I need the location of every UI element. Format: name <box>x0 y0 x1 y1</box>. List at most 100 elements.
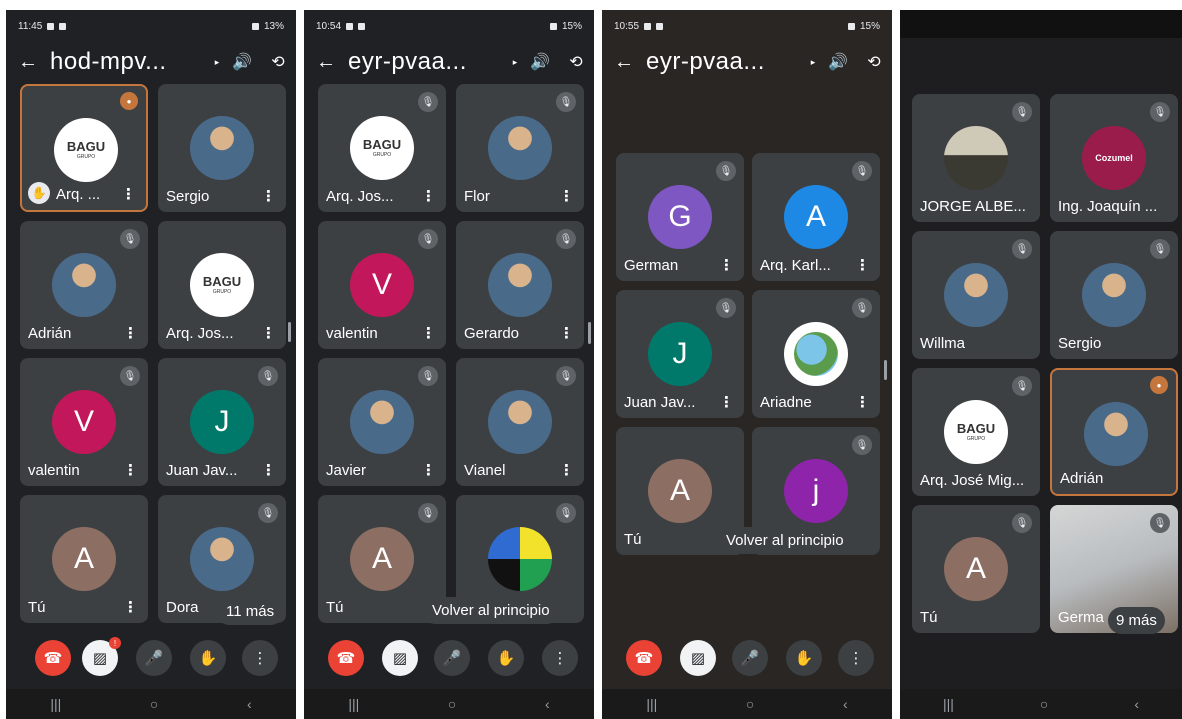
recent-apps-icon[interactable]: ||| <box>50 696 61 712</box>
nav-back-icon[interactable]: ‹ <box>247 696 252 712</box>
more-options-icon[interactable]: ⋮ <box>559 461 574 479</box>
battery-level: 13% <box>263 20 284 32</box>
participant-tile[interactable]: Sergio ⋮ <box>158 84 286 212</box>
meeting-header: ← eyr-pvaa... ▸ 🔊 ⟲ <box>602 42 892 82</box>
microphone-button[interactable]: 🎤 <box>136 640 172 676</box>
more-options-icon[interactable]: ⋮ <box>261 324 276 342</box>
camera-toggle-button[interactable]: ▨ <box>680 640 716 676</box>
participant-tile[interactable]: 🎙 J Juan Jav... ⋮ <box>616 290 744 418</box>
participant-tile[interactable]: 🎙 A Tú <box>912 505 1040 633</box>
more-options-icon[interactable]: ⋮ <box>123 598 138 616</box>
participant-tile[interactable]: BAGU GRUPO Arq. Jos... ⋮ <box>158 221 286 349</box>
more-options-icon[interactable]: ⋮ <box>123 324 138 342</box>
scrollbar[interactable] <box>288 322 291 342</box>
more-options-icon[interactable]: ⋮ <box>719 256 734 274</box>
participant-tile[interactable]: 🎙 A Arq. Karl... ⋮ <box>752 153 880 281</box>
more-participants-button[interactable]: 11 más <box>216 598 285 625</box>
speaker-icon[interactable]: 🔊 <box>820 52 856 72</box>
scrollbar[interactable] <box>884 360 887 380</box>
participant-tile[interactable]: 🎙 Flor ⋮ <box>456 84 584 212</box>
caret-icon[interactable]: ▸ <box>806 57 820 68</box>
participant-tile[interactable]: 🎙 JORGE ALBE... <box>912 94 1040 222</box>
end-call-button[interactable]: ☎ <box>626 640 662 676</box>
avatar: A <box>52 527 116 591</box>
end-call-button[interactable]: ☎ <box>35 640 71 676</box>
meeting-code[interactable]: hod-mpv... <box>50 48 210 76</box>
back-to-top-button[interactable]: Volver al principio <box>422 597 560 624</box>
home-icon[interactable]: ○ <box>448 696 456 712</box>
more-options-icon[interactable]: ⋮ <box>421 324 436 342</box>
end-call-button[interactable]: ☎ <box>328 640 364 676</box>
nav-back-icon[interactable]: ‹ <box>843 696 848 712</box>
camera-toggle-button[interactable]: ▨! <box>82 637 121 676</box>
participant-tile[interactable]: 🎙 J Juan Jav... ⋮ <box>158 358 286 486</box>
more-participants-button[interactable]: 9 más <box>1108 607 1165 634</box>
camera-toggle-button[interactable]: ▨ <box>382 640 418 676</box>
avatar: A <box>944 537 1008 601</box>
home-icon[interactable]: ○ <box>150 696 158 712</box>
recent-apps-icon[interactable]: ||| <box>348 696 359 712</box>
participant-tile[interactable]: 🎙 G German ⋮ <box>616 153 744 281</box>
avatar: BAGU GRUPO <box>190 253 254 317</box>
more-options-icon[interactable]: ⋮ <box>123 461 138 479</box>
participant-tile[interactable]: 🎙 Vianel ⋮ <box>456 358 584 486</box>
caret-icon[interactable]: ▸ <box>210 57 224 68</box>
meeting-code[interactable]: eyr-pvaa... <box>646 48 806 76</box>
participant-tile[interactable]: A Tú ⋮ <box>20 495 148 623</box>
participant-tile[interactable]: 🎙 Adrián ⋮ <box>20 221 148 349</box>
switch-camera-icon[interactable]: ⟲ <box>856 52 892 72</box>
participant-tile[interactable]: 🎙 Willma <box>912 231 1040 359</box>
participant-name: Adrián <box>1060 470 1104 487</box>
participant-tile[interactable]: ● BAGU GRUPO ✋ Arq. ... ⋮ <box>20 84 148 212</box>
participant-tile[interactable]: 🎙 Javier ⋮ <box>318 358 446 486</box>
microphone-button[interactable]: 🎤 <box>732 640 768 676</box>
recent-apps-icon[interactable]: ||| <box>646 696 657 712</box>
more-options-button[interactable]: ⋮ <box>242 640 278 676</box>
participant-tile[interactable]: ● Adrián <box>1050 368 1178 496</box>
more-options-icon[interactable]: ⋮ <box>261 187 276 205</box>
home-icon[interactable]: ○ <box>1040 696 1048 712</box>
participant-tile[interactable]: 🎙 Gerardo ⋮ <box>456 221 584 349</box>
recent-apps-icon[interactable]: ||| <box>943 696 954 712</box>
nav-back-icon[interactable]: ‹ <box>545 696 550 712</box>
participant-tile[interactable]: 🎙 Ariadne ⋮ <box>752 290 880 418</box>
participant-tile[interactable]: 🎙 V valentin ⋮ <box>20 358 148 486</box>
more-options-button[interactable]: ⋮ <box>838 640 874 676</box>
switch-camera-icon[interactable]: ⟲ <box>558 52 594 72</box>
switch-camera-icon[interactable]: ⟲ <box>260 52 296 72</box>
more-options-icon[interactable]: ⋮ <box>421 187 436 205</box>
more-options-button[interactable]: ⋮ <box>542 640 578 676</box>
raise-hand-button[interactable]: ✋ <box>488 640 524 676</box>
nav-back-icon[interactable]: ‹ <box>1134 696 1139 712</box>
muted-mic-icon: 🎙 <box>418 503 438 523</box>
more-options-icon[interactable]: ⋮ <box>121 185 136 203</box>
participant-tile[interactable]: 🎙 BAGU GRUPO Arq. Jos... ⋮ <box>318 84 446 212</box>
participant-tile[interactable]: 🎙 V valentin ⋮ <box>318 221 446 349</box>
more-options-icon[interactable]: ⋮ <box>719 393 734 411</box>
back-arrow-icon[interactable]: ← <box>6 51 50 74</box>
participant-tile[interactable]: 🎙 Sergio <box>1050 231 1178 359</box>
meeting-code[interactable]: eyr-pvaa... <box>348 48 508 76</box>
participant-name: Tú <box>326 599 344 616</box>
back-arrow-icon[interactable]: ← <box>602 51 646 74</box>
more-options-icon[interactable]: ⋮ <box>261 461 276 479</box>
more-options-icon[interactable]: ⋮ <box>559 324 574 342</box>
more-options-icon[interactable]: ⋮ <box>855 393 870 411</box>
microphone-button[interactable]: 🎤 <box>434 640 470 676</box>
back-to-top-button[interactable]: Volver al principio <box>716 527 854 554</box>
more-options-icon[interactable]: ⋮ <box>559 187 574 205</box>
participant-tile[interactable]: 🎙 Cozumel Ing. Joaquín ... <box>1050 94 1178 222</box>
back-arrow-icon[interactable]: ← <box>304 51 348 74</box>
avatar: Cozumel <box>1082 126 1146 190</box>
scrollbar[interactable] <box>588 322 591 344</box>
caret-icon[interactable]: ▸ <box>508 57 522 68</box>
speaker-icon[interactable]: 🔊 <box>522 52 558 72</box>
more-options-icon[interactable]: ⋮ <box>421 461 436 479</box>
home-icon[interactable]: ○ <box>746 696 754 712</box>
raise-hand-button[interactable]: ✋ <box>190 640 226 676</box>
speaker-icon[interactable]: 🔊 <box>224 52 260 72</box>
participant-tile[interactable]: 🎙 BAGU GRUPO Arq. José Mig... <box>912 368 1040 496</box>
more-options-icon[interactable]: ⋮ <box>855 256 870 274</box>
raise-hand-button[interactable]: ✋ <box>786 640 822 676</box>
alert-badge: ! <box>109 637 121 649</box>
